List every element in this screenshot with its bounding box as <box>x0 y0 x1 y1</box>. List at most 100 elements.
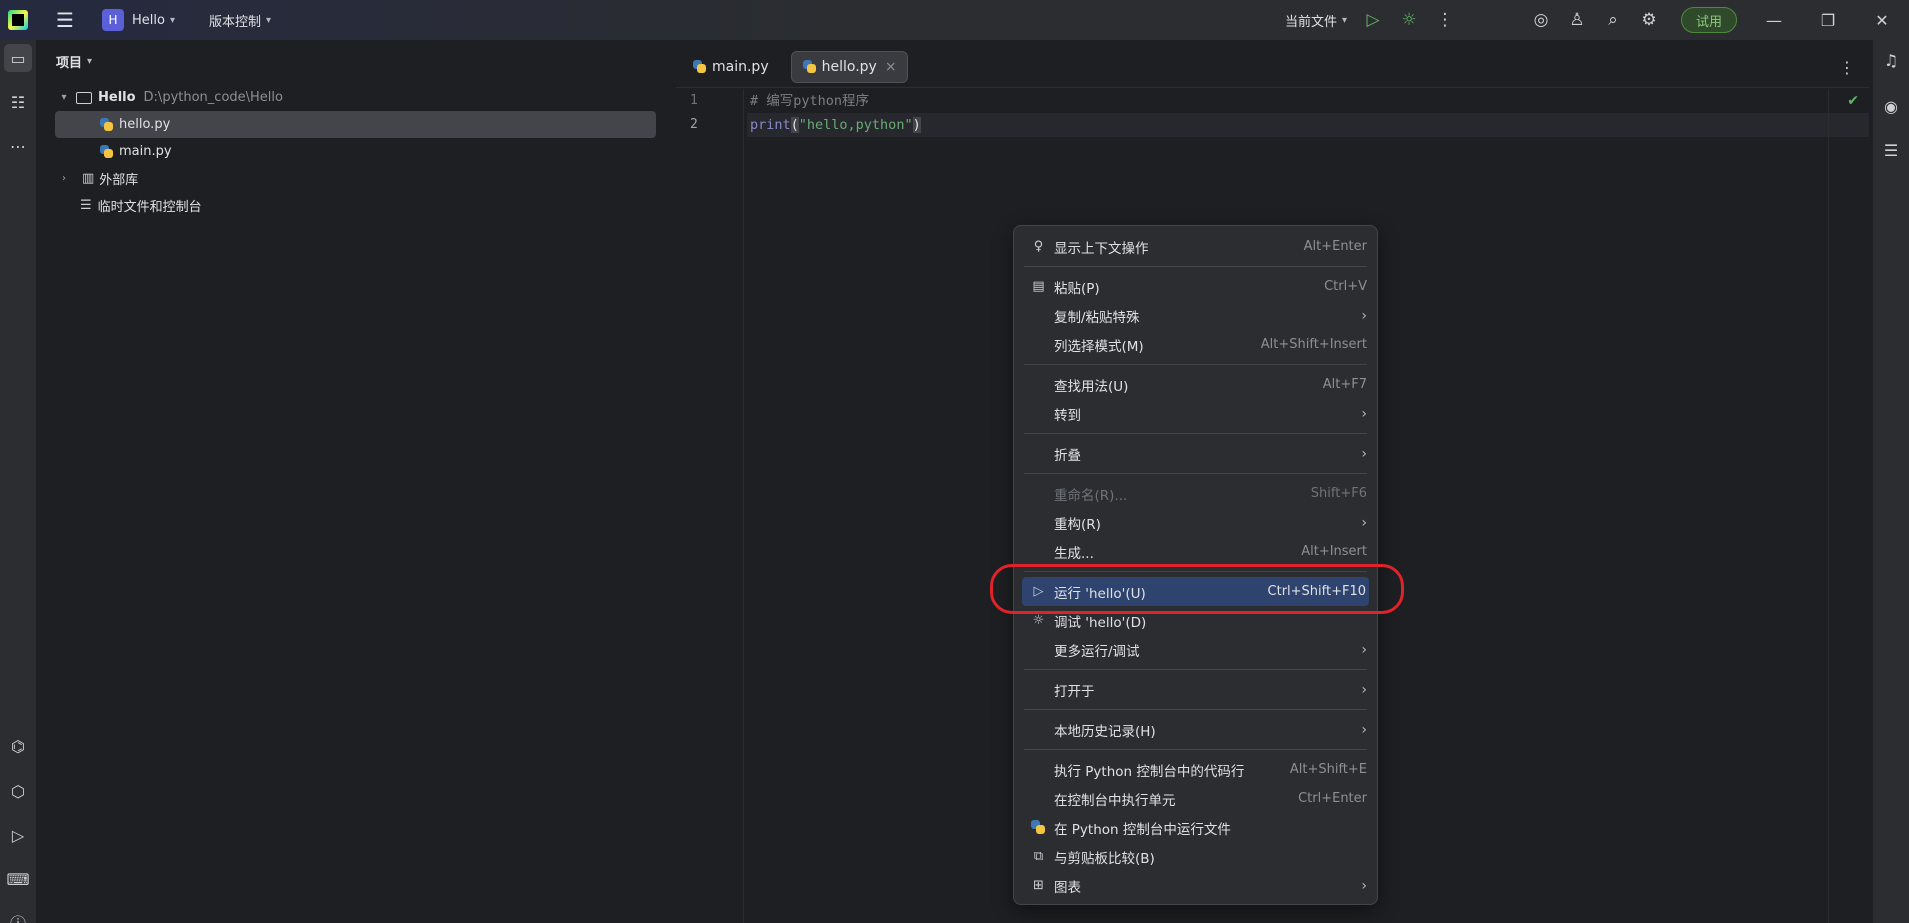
close-icon[interactable]: × <box>885 59 897 75</box>
more-vertical-icon[interactable]: ⋮ <box>1839 58 1855 77</box>
run-circle-icon: ▷ <box>11 825 25 845</box>
main-menu-button[interactable]: ☰ <box>50 6 80 34</box>
menu-item-paste[interactable]: ▤ 粘贴(P) Ctrl+V <box>1014 272 1377 301</box>
menu-separator <box>1024 473 1367 474</box>
menu-item-copy-paste-special[interactable]: 复制/粘贴特殊 › <box>1014 301 1377 330</box>
minimize-button[interactable]: — <box>1747 0 1801 40</box>
services-button[interactable]: ⬡ <box>4 777 32 805</box>
vcs-label: 版本控制 <box>208 14 261 30</box>
ai-chat-button[interactable]: ◉ <box>1877 92 1905 120</box>
close-window-button[interactable]: ✕ <box>1855 0 1909 40</box>
run-config-label: 当前文件 <box>1284 14 1337 30</box>
menu-item-diagrams[interactable]: ⊞ 图表 › <box>1014 871 1377 900</box>
python-file-icon <box>802 59 817 74</box>
code-line-1[interactable]: # 编写python程序 <box>747 89 1869 113</box>
menu-item-label: 本地历史记录(H) <box>1054 723 1156 740</box>
tab-main-py[interactable]: main.py <box>682 51 779 83</box>
menu-item-more-run-debug[interactable]: 更多运行/调试 › <box>1014 635 1377 664</box>
menu-item-find-usages[interactable]: 查找用法(U) Alt+F7 <box>1014 370 1377 399</box>
menu-item-refactor[interactable]: 重构(R) › <box>1014 508 1377 537</box>
menu-item-rename: 重命名(R)... Shift+F6 <box>1014 479 1377 508</box>
more-tools-button[interactable]: ⋯ <box>4 132 32 160</box>
menu-item-execute-line-in-console[interactable]: 执行 Python 控制台中的代码行 Alt+Shift+E <box>1014 755 1377 784</box>
bulb-icon: ♀ <box>1033 239 1044 254</box>
menu-item-run-hello[interactable]: ▷ 运行 'hello'(U) Ctrl+Shift+F10 <box>1022 577 1369 606</box>
menu-separator <box>1024 571 1367 572</box>
settings-button[interactable]: ⚙ <box>1631 6 1667 34</box>
trial-button[interactable]: 试用 <box>1680 7 1737 33</box>
menu-shortcut: Alt+Shift+E <box>1289 762 1367 777</box>
terminal-button[interactable]: ⌨ <box>4 865 32 893</box>
menu-item-label: 粘贴(P) <box>1054 280 1100 297</box>
code-paren: ( <box>790 117 799 133</box>
project-panel-header[interactable]: 项目 ▾ <box>40 46 670 76</box>
debug-button[interactable]: ☼ <box>1391 6 1427 34</box>
python-packages-button[interactable]: ⌬ <box>4 732 32 760</box>
menu-item-run-file-in-console[interactable]: 在 Python 控制台中运行文件 <box>1014 813 1377 842</box>
editor-scrollbar-track[interactable] <box>1828 89 1829 923</box>
menu-item-debug-hello[interactable]: ☼ 调试 'hello'(D) <box>1014 606 1377 635</box>
menu-item-open-in[interactable]: 打开于 › <box>1014 675 1377 704</box>
info-icon: ⓘ <box>10 910 26 923</box>
menu-item-label: 在 Python 控制台中运行文件 <box>1054 821 1231 838</box>
menu-item-label: 查找用法(U) <box>1054 378 1129 395</box>
tree-file-main-py[interactable]: main.py <box>40 138 670 165</box>
menu-item-label: 更多运行/调试 <box>1054 643 1140 660</box>
chevron-right-icon[interactable]: › <box>56 173 72 184</box>
menu-item-goto[interactable]: 转到 › <box>1014 399 1377 428</box>
python-file-icon <box>99 117 114 132</box>
ai-assistant-button[interactable]: ◎ <box>1523 6 1559 34</box>
chevron-right-icon: › <box>1361 445 1367 462</box>
database-button[interactable]: ☰ <box>1877 136 1905 164</box>
menu-item-local-history[interactable]: 本地历史记录(H) › <box>1014 715 1377 744</box>
notifications-button[interactable]: ♫ <box>1877 46 1905 74</box>
pycharm-logo-icon[interactable] <box>8 10 28 30</box>
menu-item-label: 折叠 <box>1054 447 1081 464</box>
chevron-right-icon: › <box>1361 681 1367 698</box>
tree-scratches[interactable]: ☰ 临时文件和控制台 <box>40 192 670 219</box>
project-tool-button[interactable]: ▭ <box>4 44 32 72</box>
python-file-icon <box>99 144 114 159</box>
menu-shortcut: Alt+Shift+Insert <box>1260 337 1367 352</box>
menu-separator <box>1024 364 1367 365</box>
add-user-button[interactable]: ♙ <box>1559 6 1595 34</box>
tree-root-hello[interactable]: ▾ Hello D:\python_code\Hello <box>40 84 670 111</box>
more-actions-button[interactable]: ⋮ <box>1427 6 1463 34</box>
run-config-selector[interactable]: 当前文件 ▾ <box>1277 6 1355 34</box>
search-button[interactable]: ⌕ <box>1595 6 1631 34</box>
line-number: 2 <box>690 117 698 132</box>
menu-item-label: 显示上下文操作 <box>1054 240 1149 257</box>
chevron-down-icon[interactable]: ▾ <box>56 92 72 103</box>
menu-item-label: 重命名(R)... <box>1054 487 1128 504</box>
hamburger-icon: ☰ <box>56 8 74 32</box>
editor-tab-bar: main.py hello.py × ⋮ <box>676 46 1869 88</box>
menu-item-folding[interactable]: 折叠 › <box>1014 439 1377 468</box>
chevron-down-icon: ▾ <box>1341 14 1347 26</box>
code-line-2[interactable]: print("hello,python") <box>747 113 1869 137</box>
menu-item-execute-cell-in-console[interactable]: 在控制台中执行单元 Ctrl+Enter <box>1014 784 1377 813</box>
gear-icon: ⚙ <box>1641 10 1657 30</box>
restore-button[interactable]: ❐ <box>1801 0 1855 40</box>
menu-item-compare-clipboard[interactable]: ⧉ 与剪贴板比较(B) <box>1014 842 1377 871</box>
run-button[interactable]: ▷ <box>1355 6 1391 34</box>
chevron-down-icon: ▾ <box>169 14 175 26</box>
tab-hello-py[interactable]: hello.py × <box>790 50 908 83</box>
menu-item-show-context-actions[interactable]: ♀ 显示上下文操作 Alt+Enter <box>1014 232 1377 261</box>
tree-external-libraries[interactable]: › ▥ 外部库 <box>40 165 670 192</box>
menu-item-label: 调试 'hello'(D) <box>1054 614 1147 631</box>
project-switcher[interactable]: H Hello ▾ <box>94 6 183 34</box>
tree-file-hello-py[interactable]: hello.py <box>55 111 656 138</box>
tab-label: hello.py <box>821 58 877 75</box>
clipboard-icon: ▤ <box>1032 279 1045 294</box>
code-function: print <box>750 117 791 133</box>
problems-button[interactable]: ⓘ <box>4 908 32 923</box>
code-content[interactable]: # 编写python程序 print("hello,python") <box>747 89 1869 137</box>
structure-tool-button[interactable]: ☷ <box>4 88 32 116</box>
run-tool-button[interactable]: ▷ <box>4 821 32 849</box>
file-name: main.py <box>119 144 172 159</box>
vcs-menu[interactable]: 版本控制 ▾ <box>201 6 279 34</box>
menu-item-column-selection[interactable]: 列选择模式(M) Alt+Shift+Insert <box>1014 330 1377 359</box>
chevron-right-icon: › <box>1361 877 1367 894</box>
menu-item-generate[interactable]: 生成... Alt+Insert <box>1014 537 1377 566</box>
inspection-ok-icon[interactable]: ✔ <box>1847 93 1859 109</box>
